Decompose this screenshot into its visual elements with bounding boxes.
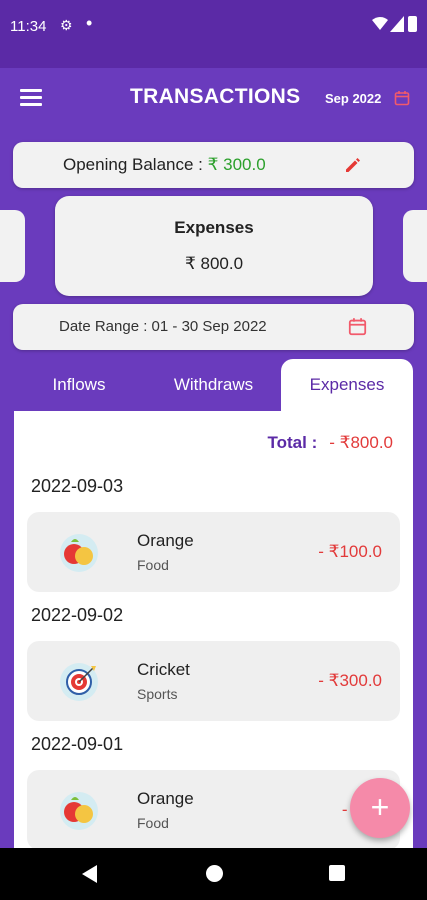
add-transaction-button[interactable]: + (350, 778, 410, 838)
recents-icon[interactable] (329, 865, 345, 881)
carousel-next-card[interactable] (403, 210, 427, 282)
menu-icon[interactable] (20, 89, 42, 107)
total-label: Total : (267, 433, 318, 452)
transaction-category: Food (137, 815, 169, 831)
total-value: - ₹800.0 (329, 433, 393, 452)
tab-withdraws[interactable]: Withdraws (147, 359, 280, 411)
transaction-category: Sports (137, 686, 178, 702)
target-icon (60, 663, 98, 701)
opening-balance-label: Opening Balance : (63, 155, 208, 174)
transaction-name: Orange (137, 789, 194, 808)
carousel-prev-card[interactable] (0, 210, 25, 282)
gear-icon: ⚙ (60, 17, 73, 33)
back-icon[interactable] (82, 865, 98, 883)
tab-bar: Inflows Withdraws Expenses (14, 359, 413, 411)
transaction-amount: - ₹100.0 (318, 542, 382, 561)
home-icon[interactable] (206, 865, 223, 882)
summary-title: Expenses (174, 218, 254, 237)
calendar-icon[interactable] (394, 90, 410, 106)
opening-balance-card: Opening Balance : ₹ 300.0 (13, 142, 414, 188)
tab-inflows[interactable]: Inflows (14, 359, 144, 411)
status-time: 11:34 (10, 18, 47, 35)
date-heading: 2022-09-02 (31, 605, 124, 625)
transaction-name: Orange (137, 531, 194, 550)
system-nav-bar (0, 848, 427, 900)
transaction-category: Food (137, 557, 169, 573)
transaction-amount: - ₹300.0 (318, 671, 382, 690)
app-bar: TRANSACTIONS Sep 2022 (0, 68, 427, 130)
page-title: TRANSACTIONS (130, 85, 301, 108)
fruit-icon (60, 792, 98, 830)
date-heading: 2022-09-01 (31, 734, 124, 754)
wifi-icon (372, 17, 388, 30)
transaction-item[interactable]: Orange Food - ₹100.0 (27, 512, 400, 592)
pencil-icon[interactable] (343, 155, 363, 175)
month-selector[interactable]: Sep 2022 (325, 91, 381, 106)
total-row: Total : - ₹800.0 (268, 433, 393, 453)
date-range-label: Date Range : 01 - 30 Sep 2022 (59, 318, 267, 335)
expenses-panel[interactable]: Total : - ₹800.0 2022-09-03 Orange Food -… (14, 411, 413, 848)
transaction-name: Cricket (137, 660, 190, 679)
summary-value: ₹ 800.0 (184, 254, 244, 273)
summary-card: Expenses ₹ 800.0 (55, 196, 373, 296)
opening-balance-text: Opening Balance : ₹ 300.0 (63, 155, 266, 175)
app-screen: TRANSACTIONS Sep 2022 Opening Balance : … (0, 68, 427, 848)
transaction-item[interactable]: Cricket Sports - ₹300.0 (27, 641, 400, 721)
signal-icon (390, 16, 404, 32)
opening-balance-value: ₹ 300.0 (207, 155, 266, 174)
date-range-field[interactable]: Date Range : 01 - 30 Sep 2022 (13, 304, 414, 350)
transaction-item[interactable]: Orange Food - ₹20 (27, 770, 400, 848)
date-heading: 2022-09-03 (31, 476, 124, 496)
status-bar: 11:34 ⚙ • (0, 0, 427, 68)
fruit-icon (60, 534, 98, 572)
battery-icon (408, 16, 417, 32)
notification-dot: • (86, 13, 93, 33)
tab-expenses[interactable]: Expenses (281, 359, 413, 411)
calendar-icon[interactable] (348, 317, 367, 336)
